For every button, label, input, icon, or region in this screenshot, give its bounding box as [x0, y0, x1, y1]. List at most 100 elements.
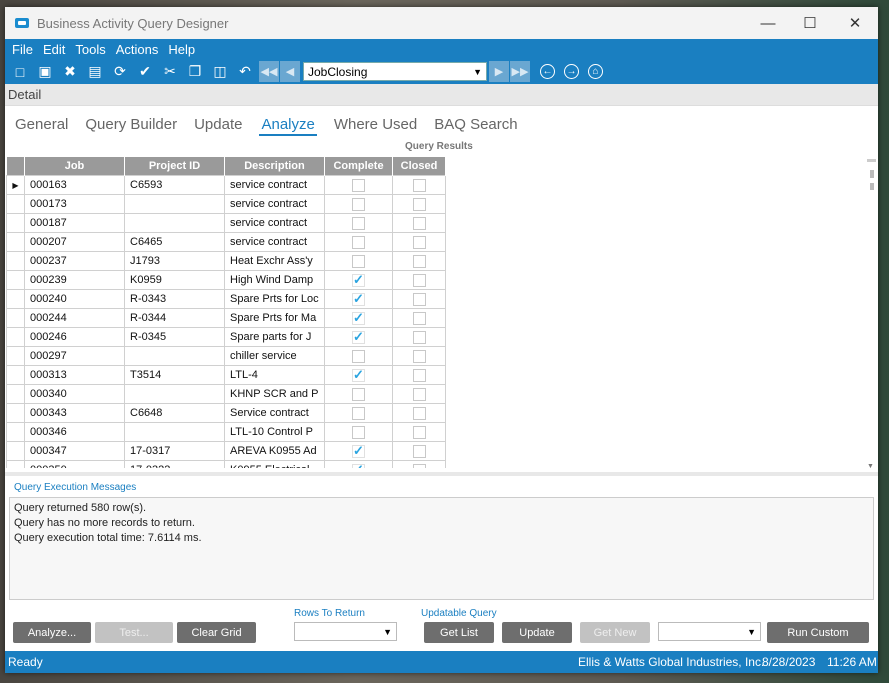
table-row[interactable]: 000313 T3514 LTL-4 ✓: [6, 365, 446, 385]
cell-closed[interactable]: [392, 308, 446, 328]
print-icon[interactable]: ▤: [84, 61, 106, 83]
cell-closed[interactable]: [392, 441, 446, 461]
save-icon[interactable]: ▣: [34, 61, 56, 83]
close-button[interactable]: ✕: [832, 7, 878, 39]
closed-checkbox[interactable]: [412, 178, 426, 192]
cell-project-id[interactable]: C6593: [124, 175, 225, 195]
refresh-icon[interactable]: ⟳: [109, 61, 131, 83]
tab-query-builder[interactable]: Query Builder: [85, 116, 177, 136]
scroll-down-icon[interactable]: ▼: [867, 463, 874, 470]
cut-icon[interactable]: ✂: [159, 61, 181, 83]
cell-complete[interactable]: ✓: [324, 460, 393, 468]
closed-checkbox[interactable]: [412, 311, 426, 325]
cell-project-id[interactable]: [124, 194, 225, 214]
cell-closed[interactable]: [392, 175, 446, 195]
cell-closed[interactable]: [392, 365, 446, 385]
complete-checkbox[interactable]: [352, 349, 365, 363]
cell-complete[interactable]: [324, 175, 393, 195]
cell-closed[interactable]: [392, 251, 446, 271]
complete-checkbox[interactable]: ✓: [352, 330, 365, 344]
closed-checkbox[interactable]: [412, 216, 426, 230]
cell-complete[interactable]: ✓: [324, 441, 393, 461]
closed-checkbox[interactable]: [412, 349, 426, 363]
complete-checkbox[interactable]: [352, 387, 365, 401]
closed-checkbox[interactable]: [412, 387, 426, 401]
table-row[interactable]: 000244 R-0344 Spare Prts for Ma ✓: [6, 308, 446, 328]
closed-checkbox[interactable]: [412, 368, 426, 382]
row-selector[interactable]: [6, 441, 25, 461]
forward-icon[interactable]: →: [564, 64, 579, 79]
scroll-up-icon[interactable]: [867, 159, 876, 162]
closed-checkbox[interactable]: [412, 254, 426, 268]
cell-closed[interactable]: [392, 270, 446, 290]
row-selector[interactable]: [6, 403, 25, 423]
cell-complete[interactable]: [324, 251, 393, 271]
cell-description[interactable]: LTL-10 Control P: [224, 422, 325, 442]
cell-project-id[interactable]: R-0344: [124, 308, 225, 328]
cell-description[interactable]: High Wind Damp: [224, 270, 325, 290]
run-custom-button[interactable]: Run Custom: [767, 622, 869, 643]
row-selector[interactable]: [6, 365, 25, 385]
table-row[interactable]: 000297 chiller service: [6, 346, 446, 366]
cell-complete[interactable]: ✓: [324, 327, 393, 347]
table-row[interactable]: 00035017-0322K0955 Electrical ✓: [6, 460, 446, 468]
cell-project-id[interactable]: 17-0317: [124, 441, 225, 461]
row-selector[interactable]: [6, 384, 25, 404]
table-row[interactable]: 000246 R-0345 Spare parts for J ✓: [6, 327, 446, 347]
cell-job[interactable]: 000173: [24, 194, 125, 214]
cell-job[interactable]: 000350: [24, 460, 125, 468]
table-row[interactable]: 000343 C6648 Service contract: [6, 403, 446, 423]
table-row[interactable]: 000187 service contract: [6, 213, 446, 233]
cell-complete[interactable]: [324, 346, 393, 366]
cell-project-id[interactable]: [124, 346, 225, 366]
cell-project-id[interactable]: K0959: [124, 270, 225, 290]
row-selector[interactable]: [6, 327, 25, 347]
cell-complete[interactable]: ✓: [324, 289, 393, 309]
cell-project-id[interactable]: T3514: [124, 365, 225, 385]
cell-complete[interactable]: [324, 422, 393, 442]
table-row[interactable]: 000346 LTL-10 Control P: [6, 422, 446, 442]
closed-checkbox[interactable]: [412, 406, 426, 420]
complete-checkbox[interactable]: [352, 425, 365, 439]
clear-icon[interactable]: ✔: [134, 61, 156, 83]
cell-description[interactable]: LTL-4: [224, 365, 325, 385]
table-row[interactable]: 000340 KHNP SCR and P: [6, 384, 446, 404]
column-header-job[interactable]: Job: [24, 157, 125, 176]
menu-file[interactable]: File: [7, 42, 38, 57]
cell-closed[interactable]: [392, 403, 446, 423]
row-selector[interactable]: [6, 232, 25, 252]
row-selector[interactable]: [6, 346, 25, 366]
cell-closed[interactable]: [392, 194, 446, 214]
scroll-thumb-secondary[interactable]: [870, 183, 874, 190]
cell-description[interactable]: Service contract: [224, 403, 325, 423]
new-icon[interactable]: □: [9, 61, 31, 83]
closed-checkbox[interactable]: [412, 235, 426, 249]
row-selector[interactable]: [6, 270, 25, 290]
get-new-button[interactable]: Get New: [580, 622, 650, 643]
minimize-button[interactable]: —: [745, 7, 791, 39]
complete-checkbox[interactable]: ✓: [352, 463, 365, 468]
menu-help[interactable]: Help: [163, 42, 200, 57]
tab-update[interactable]: Update: [194, 116, 242, 136]
cell-complete[interactable]: [324, 213, 393, 233]
cell-description[interactable]: K0955 Electrical: [224, 460, 325, 468]
cell-description[interactable]: KHNP SCR and P: [224, 384, 325, 404]
row-selector[interactable]: ▶: [6, 175, 25, 195]
cell-job[interactable]: 000239: [24, 270, 125, 290]
grid-scrollbar[interactable]: ▼: [864, 157, 876, 470]
cell-description[interactable]: service contract: [224, 175, 325, 195]
cell-complete[interactable]: [324, 403, 393, 423]
column-header-description[interactable]: Description: [224, 157, 325, 176]
complete-checkbox[interactable]: ✓: [352, 292, 365, 306]
back-icon[interactable]: ←: [540, 64, 555, 79]
cell-job[interactable]: 000237: [24, 251, 125, 271]
cell-job[interactable]: 000347: [24, 441, 125, 461]
row-selector[interactable]: [6, 194, 25, 214]
undo-icon[interactable]: ↶: [234, 61, 256, 83]
cell-job[interactable]: 000246: [24, 327, 125, 347]
complete-checkbox[interactable]: [352, 254, 365, 268]
cell-job[interactable]: 000340: [24, 384, 125, 404]
cell-complete[interactable]: ✓: [324, 308, 393, 328]
cell-closed[interactable]: [392, 289, 446, 309]
cell-complete[interactable]: [324, 232, 393, 252]
